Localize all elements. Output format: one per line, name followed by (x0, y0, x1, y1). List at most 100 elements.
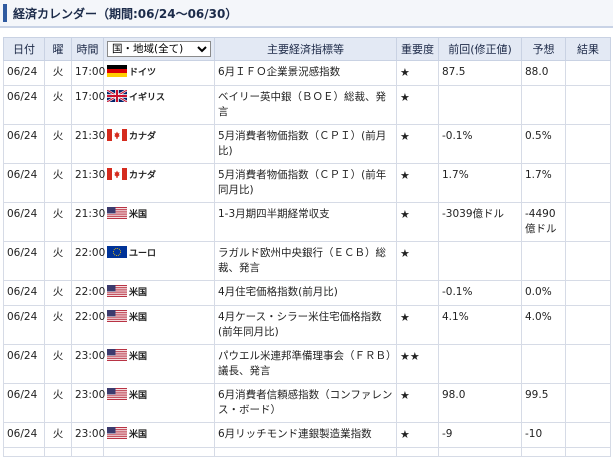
row-date: 06/24 (3, 163, 45, 203)
row-importance-stars: ★ (396, 163, 439, 203)
row-time: 17:00 (71, 60, 105, 86)
row-result (565, 447, 611, 457)
row-weekday: 火 (44, 60, 72, 86)
row-indicator: 6月ＩＦＯ企業景況感指数 (214, 60, 397, 86)
row-weekday: 火 (44, 241, 72, 281)
row-weekday: 火 (44, 280, 72, 306)
row-indicator (214, 447, 397, 457)
table-row: 06/24 火 21:30 カナダ 5月消費者物価指数（ＣＰＩ）(前月比) ★ -0.1% 0… (3, 124, 611, 164)
row-previous (438, 447, 522, 457)
row-time: 21:30 (71, 202, 105, 242)
row-country: 米国 (103, 305, 215, 345)
table-row: 06/24 火 22:00 米国 4月ケース・シラー米住宅価格指数(前年同月比) ★ 4.1… (3, 305, 611, 345)
row-importance-stars: ★ (396, 422, 439, 448)
row-forecast (521, 447, 566, 457)
row-country: 米国 (103, 383, 215, 423)
table-row: 06/24 火 21:30 米国 1-3月期四半期経常収支 ★ -3039億ドル -4490億… (3, 202, 611, 242)
row-time: 23:00 (71, 383, 105, 423)
row-importance-stars (396, 280, 439, 306)
row-previous: 98.0 (438, 383, 522, 423)
row-result (565, 60, 611, 86)
column-header-importance: 重要度 (396, 37, 439, 61)
table-row: 06/24 火 23:00 米国 6月消費者信頼感指数（コンファレンス・ボード） ★ 98.… (3, 383, 611, 423)
row-indicator: 5月消費者物価指数（ＣＰＩ）(前年同月比) (214, 163, 397, 203)
flag-us-icon (107, 427, 127, 439)
row-time: 21:30 (71, 124, 105, 164)
economic-calendar-table: 日付 曜 時間 国・地域(全て) 主要経済指標等 重要度 前回(修正値) 予想 … (3, 37, 611, 457)
table-row: 06/24 火 17:00 ドイツ 6月ＩＦＯ企業景況感指数 ★ 87.5 88.0 (3, 60, 611, 86)
country-name: ドイツ (129, 68, 157, 78)
page-title: 経済カレンダー（期間:06/24～06/30） (13, 7, 238, 21)
row-previous (438, 241, 522, 281)
country-name: 米国 (129, 430, 148, 440)
row-indicator: ベイリー英中銀（ＢＯＥ）総裁、発言 (214, 85, 397, 125)
row-date: 06/24 (3, 422, 45, 448)
row-importance-stars: ★ (396, 124, 439, 164)
row-previous: 1.7% (438, 163, 522, 203)
row-importance-stars: ★ (396, 202, 439, 242)
row-indicator: ラガルド欧州中央銀行（ＥＣＢ）総裁、発言 (214, 241, 397, 281)
row-weekday: 火 (44, 124, 72, 164)
row-previous: 87.5 (438, 60, 522, 86)
row-importance-stars: ★★ (396, 344, 439, 384)
title-accent (3, 4, 7, 22)
table-row: 06/24 火 17:00 イギリス ベイリー英中銀（ＢＯＥ）総裁、発言 ★ (3, 85, 611, 125)
row-date: 06/24 (3, 202, 45, 242)
row-time: 22:00 (71, 305, 105, 345)
row-indicator: 6月消費者信頼感指数（コンファレンス・ボード） (214, 383, 397, 423)
row-weekday: 火 (44, 305, 72, 345)
row-importance-stars: ★ (396, 241, 439, 281)
row-country: 米国 (103, 280, 215, 306)
flag-us-icon (107, 388, 127, 400)
row-date: 06/24 (3, 280, 45, 306)
country-name: イギリス (129, 93, 166, 103)
row-indicator: 6月リッチモンド連銀製造業指数 (214, 422, 397, 448)
row-forecast: 88.0 (521, 60, 566, 86)
row-indicator: パウエル米連邦準備理事会（ＦＲＢ）議長、発言 (214, 344, 397, 384)
table-row: 06/24 火 22:00 米国 4月住宅価格指数(前月比) -0.1% 0.0% (3, 280, 611, 306)
row-weekday: 火 (44, 344, 72, 384)
row-date: 06/24 (3, 124, 45, 164)
country-name: カナダ (129, 132, 157, 142)
row-previous (438, 344, 522, 384)
country-name: 米国 (129, 210, 148, 220)
row-forecast: 0.0% (521, 280, 566, 306)
row-importance-stars: ★ (396, 383, 439, 423)
row-result (565, 202, 611, 242)
table-row: 06/24 火 22:00 ユーロ ラガルド欧州中央銀行（ＥＣＢ）総裁、発言 ★ (3, 241, 611, 281)
row-weekday: 火 (44, 202, 72, 242)
row-result (565, 344, 611, 384)
row-result (565, 163, 611, 203)
row-result (565, 383, 611, 423)
row-result (565, 85, 611, 125)
row-result (565, 422, 611, 448)
column-header-result: 結果 (565, 37, 611, 61)
row-weekday (44, 447, 72, 457)
row-result (565, 124, 611, 164)
column-header-forecast: 予想 (521, 37, 566, 61)
row-date: 06/24 (3, 344, 45, 384)
row-forecast: 1.7% (521, 163, 566, 203)
row-country: 米国 (103, 344, 215, 384)
column-header-date: 日付 (3, 37, 45, 61)
row-forecast: 4.0% (521, 305, 566, 345)
row-previous: -3039億ドル (438, 202, 522, 242)
row-forecast: -4490億ドル (521, 202, 566, 242)
row-forecast (521, 241, 566, 281)
row-result (565, 241, 611, 281)
column-header-region: 国・地域(全て) (103, 37, 215, 61)
table-row: 06/24 火 23:00 米国 パウエル米連邦準備理事会（ＦＲＢ）議長、発言 ★★ (3, 344, 611, 384)
country-name: ユーロ (129, 249, 157, 259)
row-country: カナダ (103, 163, 215, 203)
row-date: 06/24 (3, 85, 45, 125)
row-date (3, 447, 45, 457)
row-time: 22:00 (71, 241, 105, 281)
flag-de-icon (107, 65, 127, 77)
flag-us-icon (107, 285, 127, 297)
country-name: 米国 (129, 391, 148, 401)
row-forecast: 0.5% (521, 124, 566, 164)
row-country: ドイツ (103, 60, 215, 86)
region-filter-select[interactable]: 国・地域(全て) (107, 41, 211, 57)
row-previous: -0.1% (438, 124, 522, 164)
column-header-weekday: 曜 (44, 37, 72, 61)
